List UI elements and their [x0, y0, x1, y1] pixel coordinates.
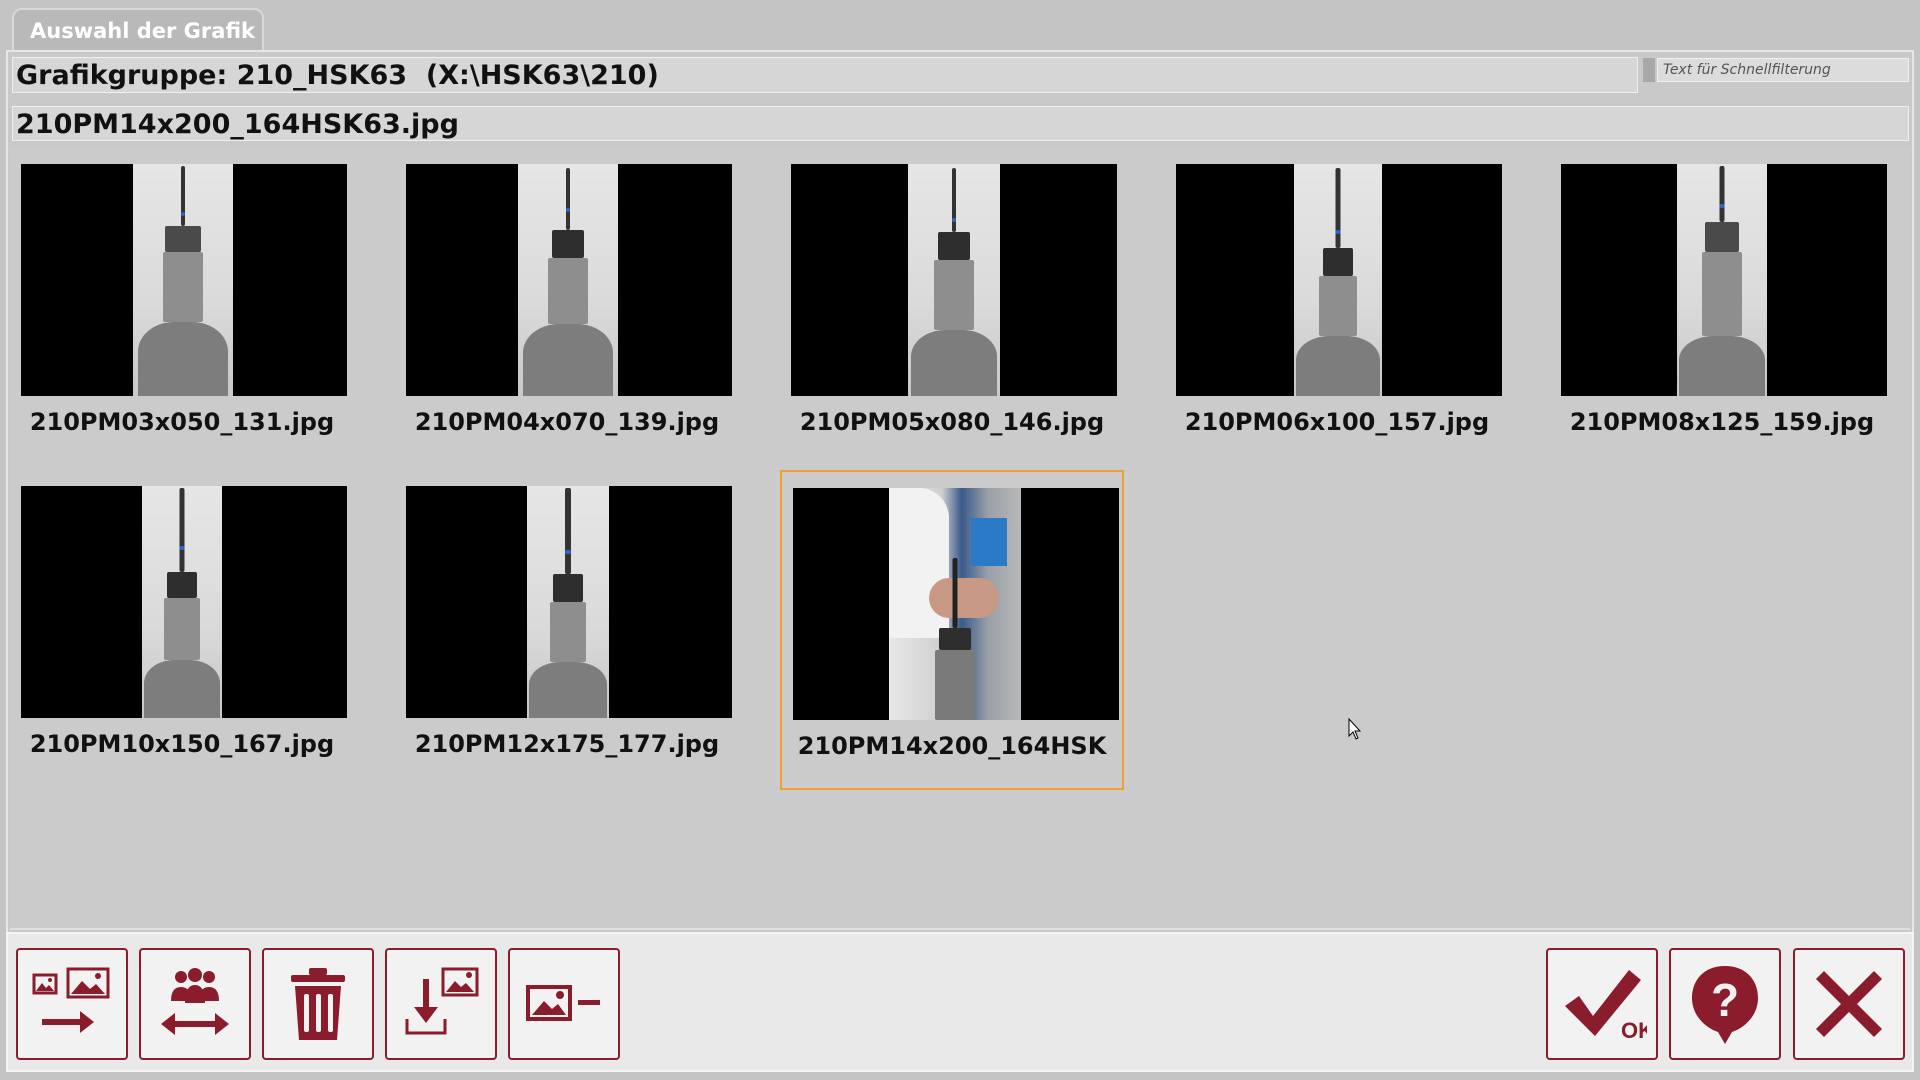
cancel-button[interactable]	[1793, 948, 1905, 1060]
mouse-cursor-icon	[1348, 718, 1362, 740]
image-gallery: 210PM03x050_131.jpg 210PM04x070_139.jpg	[10, 148, 1910, 930]
ok-label: OK	[1621, 1018, 1647, 1043]
thumbnail-image	[406, 164, 732, 396]
thumbnail-image	[791, 164, 1117, 396]
remove-image-icon	[526, 985, 600, 1021]
filter-handle	[1643, 58, 1655, 82]
thumbnail-image	[1176, 164, 1502, 396]
thumbnail-image	[21, 486, 347, 718]
gallery-item[interactable]: 210PM05x080_146.jpg	[780, 148, 1124, 468]
gallery-item[interactable]: 210PM04x070_139.jpg	[395, 148, 739, 468]
gallery-item-selected[interactable]: 210PM14x200_164HSK	[780, 470, 1124, 790]
thumbnail-caption: 210PM03x050_131.jpg	[29, 408, 335, 436]
gallery-item[interactable]: 210PM06x100_157.jpg	[1165, 148, 1509, 468]
gallery-item[interactable]: 210PM03x050_131.jpg	[10, 148, 354, 468]
thumbnail-image	[1561, 164, 1887, 396]
download-image-icon	[405, 967, 479, 1035]
selected-file-name: 210PM14x200_164HSK63.jpg	[12, 106, 1909, 141]
thumbnail-caption: 210PM06x100_157.jpg	[1184, 408, 1490, 436]
quick-filter-input[interactable]: Text für Schnellfilterung	[1657, 58, 1909, 82]
swap-group-button[interactable]	[139, 948, 251, 1060]
thumbnail-caption: 210PM12x175_177.jpg	[414, 730, 720, 758]
import-images-icon	[32, 967, 110, 1033]
delete-button[interactable]	[262, 948, 374, 1060]
ok-button[interactable]: OK	[1546, 948, 1658, 1060]
thumbnail-caption: 210PM14x200_164HSK	[797, 732, 1107, 760]
thumbnail-image	[406, 486, 732, 718]
download-image-button[interactable]	[385, 948, 497, 1060]
help-label: ?	[1711, 974, 1739, 1026]
remove-image-button[interactable]	[508, 948, 620, 1060]
import-images-button[interactable]	[16, 948, 128, 1060]
thumbnail-caption: 210PM04x070_139.jpg	[414, 408, 720, 436]
thumbnail-caption: 210PM05x080_146.jpg	[799, 408, 1105, 436]
thumbnail-caption: 210PM08x125_159.jpg	[1569, 408, 1875, 436]
gallery-item[interactable]: 210PM08x125_159.jpg	[1550, 148, 1894, 468]
help-icon: ?	[1692, 966, 1758, 1044]
trash-icon	[291, 968, 345, 1040]
checkmark-ok-icon: OK	[1565, 970, 1647, 1043]
tab-auswahl-der-grafik[interactable]: Auswahl der Grafik	[12, 8, 264, 50]
thumbnail-image	[793, 488, 1119, 720]
close-icon	[1816, 971, 1882, 1037]
thumbnail-image	[21, 164, 347, 396]
gallery-item[interactable]: 210PM12x175_177.jpg	[395, 470, 739, 790]
graphic-group-bar: Grafikgruppe: 210_HSK63 (X:\HSK63\210)	[12, 57, 1638, 93]
thumbnail-caption: 210PM10x150_167.jpg	[29, 730, 335, 758]
gallery-item[interactable]: 210PM10x150_167.jpg	[10, 470, 354, 790]
swap-group-icon	[161, 968, 229, 1035]
help-button[interactable]: ?	[1669, 948, 1781, 1060]
